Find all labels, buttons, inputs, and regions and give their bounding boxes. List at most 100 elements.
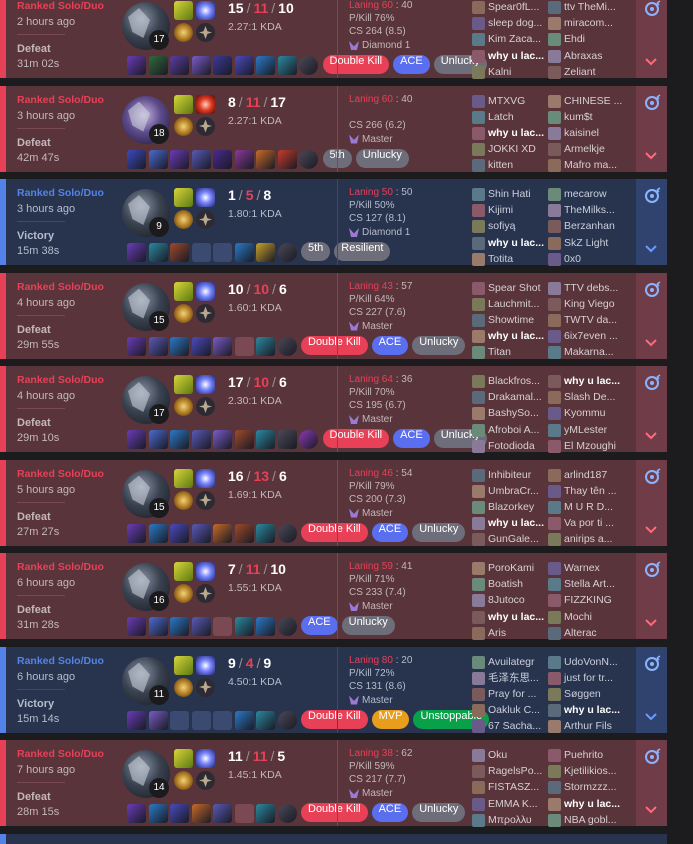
item-icon[interactable] (234, 149, 254, 169)
chevron-down-icon[interactable] (644, 239, 658, 253)
item-icon[interactable] (299, 56, 318, 75)
item-icon[interactable] (277, 336, 297, 356)
item-icon[interactable] (148, 617, 168, 636)
participant[interactable]: why u lac... (472, 236, 550, 251)
participant[interactable]: BashySo... (472, 406, 550, 421)
participant[interactable]: FIZZKING (548, 593, 626, 608)
chevron-down-icon[interactable] (644, 800, 658, 814)
participant[interactable]: 8Jutoco (472, 593, 550, 608)
item-icon[interactable] (191, 56, 211, 75)
chevron-down-icon[interactable] (644, 426, 658, 440)
item-icon[interactable] (256, 617, 275, 636)
item-icon[interactable] (277, 430, 297, 449)
item-icon[interactable] (256, 804, 275, 823)
participant[interactable]: Alterac (548, 626, 626, 641)
chevron-down-icon[interactable] (644, 520, 658, 533)
participant[interactable]: King Viego (548, 297, 626, 312)
share-icon[interactable] (643, 187, 661, 205)
share-icon[interactable] (643, 0, 661, 18)
item-icon[interactable] (148, 243, 168, 262)
item-icon[interactable] (170, 710, 189, 730)
participant[interactable]: Aris (472, 626, 550, 641)
item-icon[interactable] (256, 710, 275, 730)
share-icon[interactable] (643, 561, 661, 579)
participant[interactable]: Abraxas (548, 49, 626, 64)
participant[interactable]: ttv TheMi... (548, 0, 626, 15)
item-icon[interactable] (170, 56, 189, 75)
chevron-down-icon[interactable] (644, 52, 658, 66)
item-icon[interactable] (256, 56, 275, 75)
participant[interactable]: why u lac... (548, 374, 626, 389)
item-icon[interactable] (170, 243, 189, 262)
item-icon[interactable] (170, 336, 189, 356)
item-icon[interactable] (170, 523, 189, 543)
participant[interactable]: Puehrito (548, 748, 626, 763)
participant[interactable]: UdoVonN... (548, 655, 626, 670)
participant[interactable]: Kjetilikios... (548, 764, 626, 779)
participant[interactable]: SkZ Light (548, 236, 626, 251)
participant[interactable]: Totita (472, 252, 550, 267)
participant[interactable]: El Mzoughi (548, 439, 626, 454)
item-icon[interactable] (277, 56, 297, 75)
participant[interactable]: Makarna... (548, 345, 626, 360)
item-icon[interactable] (127, 243, 146, 262)
item-icon[interactable] (213, 430, 232, 449)
participant[interactable]: CHINESE ... (548, 94, 626, 109)
participant[interactable]: Va por ti ... (548, 516, 626, 531)
participant[interactable]: Fotodioda (472, 439, 550, 454)
item-icon[interactable] (213, 710, 232, 730)
participant[interactable]: UmbraCr... (472, 484, 550, 499)
item-icon[interactable] (213, 56, 232, 75)
chevron-down-icon[interactable] (644, 613, 658, 627)
participant[interactable]: Kyommu (548, 406, 626, 421)
share-icon[interactable] (643, 654, 661, 673)
item-icon[interactable] (277, 149, 297, 169)
item-icon[interactable] (191, 149, 211, 169)
participant[interactable]: Arthur Fils (548, 719, 626, 734)
item-icon[interactable] (127, 617, 146, 636)
item-icon[interactable] (234, 617, 254, 636)
item-icon[interactable] (170, 617, 189, 636)
participant[interactable]: Showtime (472, 313, 550, 328)
participant[interactable]: Afroboi A... (472, 423, 550, 438)
item-icon[interactable] (213, 617, 232, 636)
item-icon[interactable] (299, 430, 318, 449)
participant[interactable]: Drakamal... (472, 390, 550, 405)
item-icon[interactable] (234, 56, 254, 75)
item-icon[interactable] (277, 243, 297, 262)
participant[interactable]: kaisinel (548, 126, 626, 141)
item-icon[interactable] (127, 710, 146, 730)
participant[interactable]: Kalni (472, 65, 550, 80)
item-icon[interactable] (299, 149, 318, 169)
participant[interactable]: TTV debs... (548, 281, 626, 296)
item-icon[interactable] (213, 149, 232, 169)
item-icon[interactable] (191, 430, 211, 449)
participant[interactable]: why u lac... (548, 703, 626, 718)
item-icon[interactable] (213, 523, 232, 543)
item-icon[interactable] (170, 149, 189, 169)
item-icon[interactable] (234, 336, 254, 356)
participant[interactable]: JOKKI XD (472, 142, 550, 157)
participant[interactable]: Slash De... (548, 390, 626, 405)
item-icon[interactable] (213, 804, 232, 823)
item-icon[interactable] (234, 523, 254, 543)
participant[interactable]: Titan (472, 345, 550, 360)
participant[interactable]: Stormzzz... (548, 780, 626, 795)
participant[interactable]: kum$t (548, 110, 626, 125)
item-icon[interactable] (148, 710, 168, 730)
item-icon[interactable] (148, 523, 168, 543)
item-icon[interactable] (148, 149, 168, 169)
item-icon[interactable] (277, 804, 297, 823)
item-icon[interactable] (127, 56, 146, 75)
participant[interactable]: Søggen (548, 687, 626, 702)
participant[interactable]: Oakluk C... (472, 703, 550, 718)
participant[interactable]: why u lac... (472, 126, 550, 141)
participant[interactable]: Mochi (548, 610, 626, 625)
participant[interactable]: RagelsPo... (472, 764, 550, 779)
item-icon[interactable] (256, 430, 275, 449)
participant[interactable]: anirips a... (548, 532, 626, 547)
item-icon[interactable] (191, 523, 211, 543)
item-icon[interactable] (234, 710, 254, 730)
share-icon[interactable] (643, 374, 661, 392)
item-icon[interactable] (191, 243, 211, 262)
